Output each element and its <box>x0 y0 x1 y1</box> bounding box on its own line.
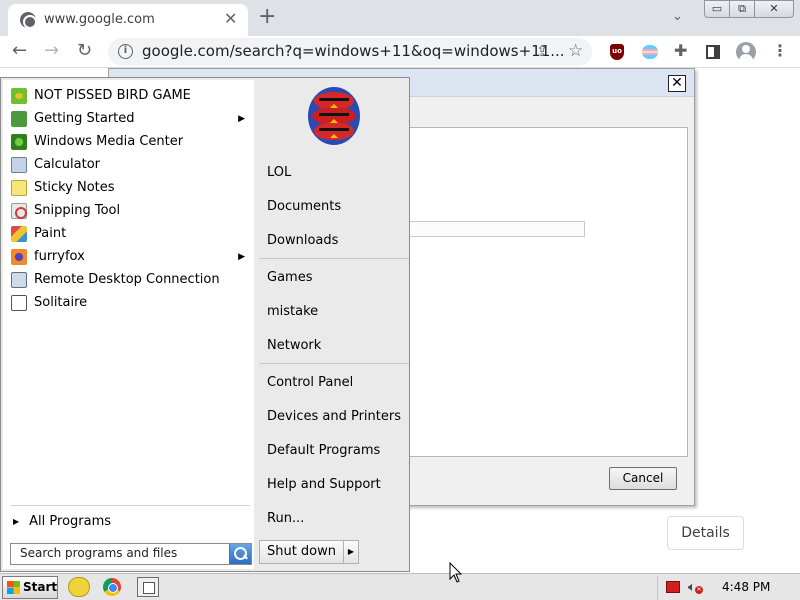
cancel-button[interactable]: Cancel <box>609 467 677 490</box>
search-icon[interactable] <box>229 544 251 564</box>
details-button[interactable]: Details <box>667 516 744 550</box>
ublock-origin-icon[interactable]: uo <box>610 44 624 60</box>
bird-game-icon <box>11 88 27 104</box>
start-link-documents[interactable]: Documents <box>267 195 407 219</box>
program-label: Snipping Tool <box>34 203 121 218</box>
browser-titlebar: www.google.com ✕ + ⌄ ▭ ⧉ ✕ <box>0 0 800 36</box>
mouse-cursor-icon <box>449 562 463 583</box>
program-item-bird-game[interactable]: NOT PISSED BIRD GAME <box>11 85 251 107</box>
paint-icon <box>11 226 27 242</box>
chrome-icon[interactable] <box>103 578 121 596</box>
taskbar: Start 🔈︎ ✕ 4:48 PM <box>0 573 800 600</box>
browser-toolbar: ← → ↻ i google.com/search?q=windows+11&o… <box>0 36 800 68</box>
side-panel-icon[interactable] <box>706 45 720 59</box>
divider <box>259 258 409 259</box>
profile-icon[interactable] <box>736 42 756 62</box>
divider <box>11 505 250 506</box>
windows-logo-icon <box>7 581 20 594</box>
program-item-furryfox[interactable]: furryfox ▶ <box>11 246 251 268</box>
browser-tab[interactable]: www.google.com ✕ <box>8 4 248 36</box>
divider <box>259 363 409 364</box>
start-menu-programs-pane: NOT PISSED BIRD GAME Getting Started ▶ W… <box>3 80 254 569</box>
start-link-default-programs[interactable]: Default Programs <box>267 439 407 463</box>
url-text[interactable]: google.com/search?q=windows+11&oq=window… <box>142 42 565 60</box>
expand-arrow-icon: ▶ <box>13 517 20 526</box>
puzzle-icon[interactable]: ✚ <box>674 41 687 60</box>
start-link-mistake[interactable]: mistake <box>267 300 407 324</box>
program-label: NOT PISSED BIRD GAME <box>34 88 191 103</box>
bird-game-icon[interactable] <box>68 577 90 597</box>
globe-icon <box>20 12 37 29</box>
system-tray: 🔈︎ ✕ 4:48 PM <box>657 576 800 600</box>
window-restore-button[interactable]: ⧉ <box>729 0 755 18</box>
mute-badge-icon: ✕ <box>695 586 703 594</box>
program-label: Solitaire <box>34 295 88 310</box>
user-avatar[interactable] <box>305 85 363 147</box>
start-menu: NOT PISSED BIRD GAME Getting Started ▶ W… <box>0 77 410 572</box>
program-item-solitaire[interactable]: Solitaire <box>11 292 251 314</box>
dialog-close-button[interactable]: ✕ <box>668 75 686 92</box>
program-item-getting-started[interactable]: Getting Started ▶ <box>11 108 251 130</box>
start-link-downloads[interactable]: Downloads <box>267 229 407 253</box>
program-item-sticky-notes[interactable]: Sticky Notes <box>11 177 251 199</box>
program-label: Sticky Notes <box>34 180 115 195</box>
chevron-down-icon[interactable]: ⌄ <box>672 9 683 24</box>
browser-menu-button[interactable]: ⋮ <box>772 41 788 61</box>
start-link-games[interactable]: Games <box>267 266 407 290</box>
program-label: Remote Desktop Connection <box>34 272 220 287</box>
solitaire-icon <box>11 295 27 311</box>
all-programs-button[interactable]: ▶ All Programs <box>13 514 111 530</box>
program-label: Windows Media Center <box>34 134 184 149</box>
reload-button[interactable]: ↻ <box>77 40 92 62</box>
dialog-window-icon[interactable] <box>137 577 159 597</box>
start-link-control-panel[interactable]: Control Panel <box>267 371 407 395</box>
window-minimize-button[interactable]: ▭ <box>704 0 730 18</box>
tab-close-button[interactable]: ✕ <box>224 10 237 28</box>
start-link-run[interactable]: Run... <box>267 507 407 531</box>
dialog-progress-field <box>401 221 585 237</box>
bookmark-star-icon[interactable]: ☆ <box>568 41 583 61</box>
program-label: furryfox <box>34 249 85 264</box>
start-link-help-support[interactable]: Help and Support <box>267 473 407 497</box>
all-programs-label: All Programs <box>29 514 112 529</box>
start-link-lol[interactable]: LOL <box>267 161 407 185</box>
program-item-calculator[interactable]: Calculator <box>11 154 251 176</box>
submenu-arrow-icon: ▶ <box>238 252 245 262</box>
calculator-icon <box>11 157 27 173</box>
program-item-paint[interactable]: Paint <box>11 223 251 245</box>
flag-extension-icon[interactable] <box>642 45 658 59</box>
program-label: Calculator <box>34 157 101 172</box>
forward-button[interactable]: → <box>44 40 59 62</box>
start-menu-links-pane: LOL Documents Downloads Games mistake Ne… <box>257 80 409 569</box>
program-item-snipping-tool[interactable]: Snipping Tool <box>11 200 251 222</box>
snipping-tool-icon <box>11 203 27 219</box>
firefox-icon <box>11 249 27 265</box>
shutdown-options-button[interactable]: ▶ <box>343 540 359 564</box>
submenu-arrow-icon: ▶ <box>238 114 245 124</box>
start-link-devices-printers[interactable]: Devices and Printers <box>267 405 407 429</box>
search-placeholder: Search programs and files <box>20 546 178 560</box>
start-label: Start <box>23 580 58 594</box>
start-link-network[interactable]: Network <box>267 334 407 358</box>
site-info-icon[interactable]: i <box>118 44 133 59</box>
getting-started-icon <box>11 111 27 127</box>
window-close-button[interactable]: ✕ <box>754 0 794 18</box>
clock[interactable]: 4:48 PM <box>722 580 770 594</box>
program-label: Paint <box>34 226 67 241</box>
tab-title: www.google.com <box>44 12 155 27</box>
share-icon[interactable]: ⇪ <box>536 42 549 60</box>
program-label: Getting Started <box>34 111 135 126</box>
start-button[interactable]: Start <box>2 576 58 599</box>
new-tab-button[interactable]: + <box>258 5 276 29</box>
shutdown-button[interactable]: Shut down <box>259 540 344 564</box>
back-button[interactable]: ← <box>12 40 27 62</box>
address-bar[interactable]: i google.com/search?q=windows+11&oq=wind… <box>108 38 592 66</box>
program-item-media-center[interactable]: Windows Media Center <box>11 131 251 153</box>
action-center-flag-icon[interactable] <box>666 581 680 593</box>
remote-desktop-icon <box>11 272 27 288</box>
start-search-input[interactable]: Search programs and files <box>10 543 252 565</box>
media-center-icon <box>11 134 27 150</box>
sticky-notes-icon <box>11 180 27 196</box>
program-item-remote-desktop[interactable]: Remote Desktop Connection <box>11 269 251 291</box>
